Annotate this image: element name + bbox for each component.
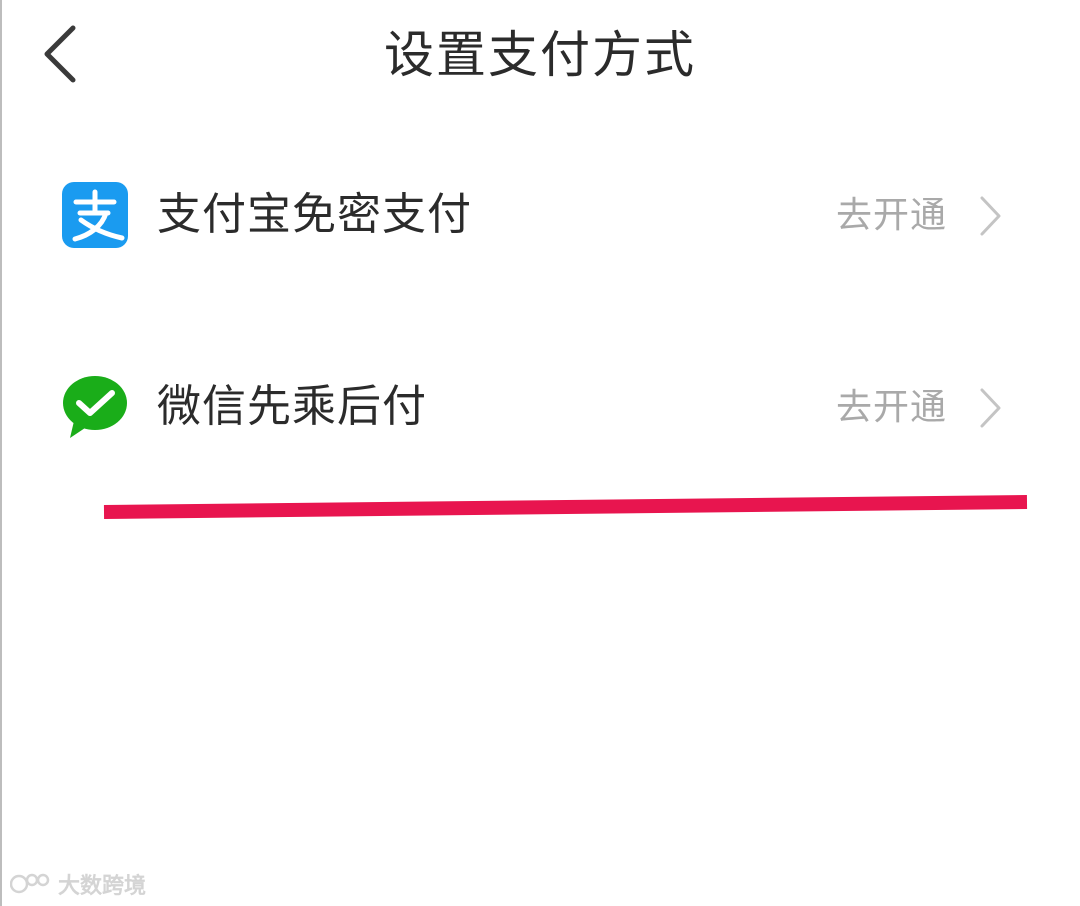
- alipay-icon: [62, 182, 128, 248]
- alipay-activate-link[interactable]: 去开通: [836, 192, 947, 240]
- wechat-pay-later-option[interactable]: 微信先乘后付 去开通: [0, 352, 1080, 462]
- watermark-logo-icon: [10, 873, 50, 894]
- wechat-activate-link[interactable]: 去开通: [836, 384, 947, 432]
- top-bar: 设置支付方式: [0, 0, 1080, 110]
- page-title: 设置支付方式: [384, 26, 696, 84]
- watermark: 大数跨境: [10, 868, 146, 900]
- alipay-password-free-option[interactable]: 支付宝免密支付 去开通: [0, 160, 1080, 270]
- wechat-option-label: 微信先乘后付: [157, 381, 427, 432]
- chevron-right-icon: [980, 196, 1001, 236]
- wechat-pay-icon: [63, 376, 127, 438]
- chevron-right-icon: [980, 388, 1001, 428]
- alipay-option-label: 支付宝免密支付: [157, 189, 472, 240]
- watermark-text: 大数跨境: [58, 874, 147, 899]
